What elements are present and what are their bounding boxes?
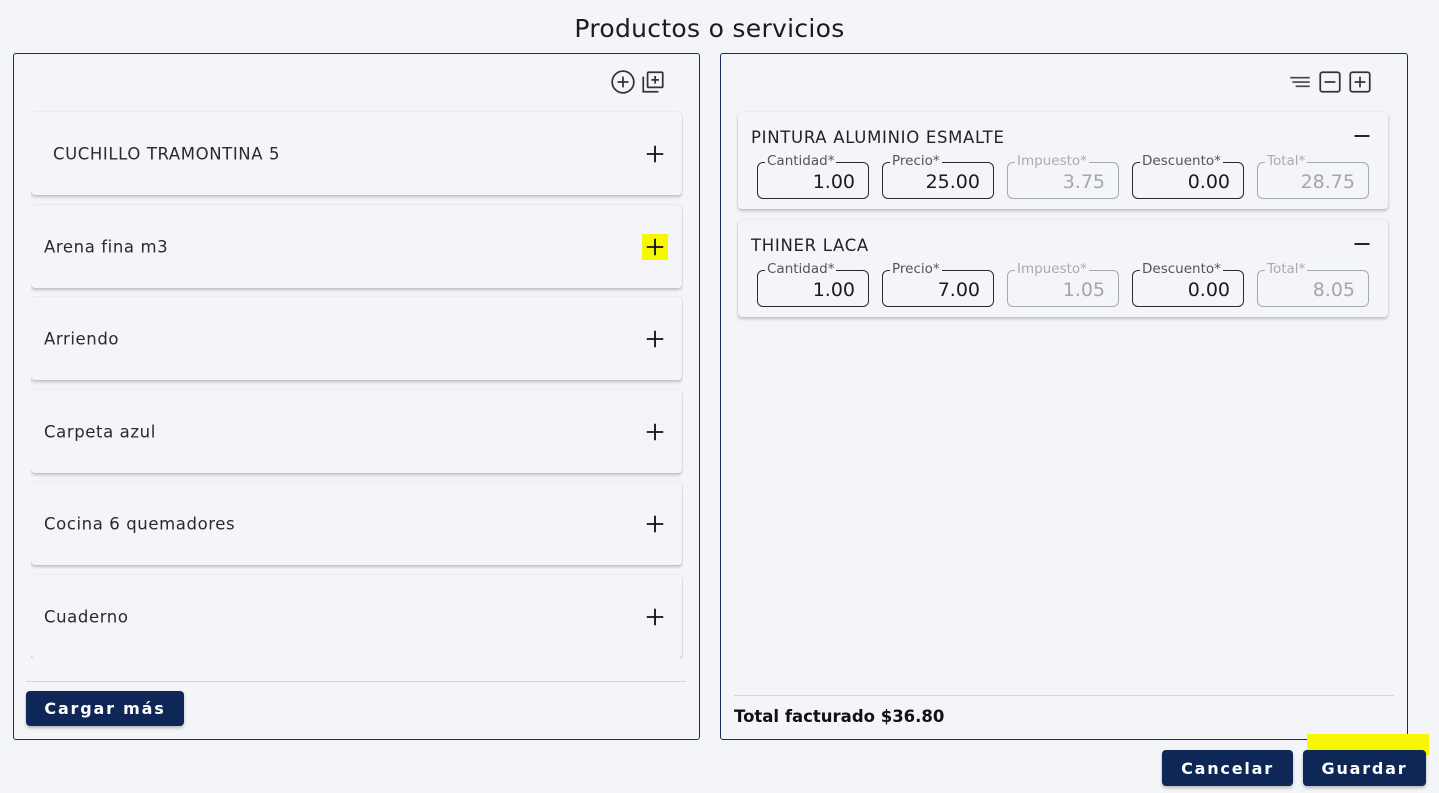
quantity-value[interactable]: 1.00: [765, 279, 855, 301]
product-card: Cocina 6 quemadores: [31, 482, 682, 565]
circle-plus-icon[interactable]: [610, 69, 636, 95]
square-minus-icon[interactable]: [1317, 69, 1343, 95]
sort-lines-icon[interactable]: [1287, 69, 1313, 95]
tax-label: Impuesto*: [1015, 261, 1089, 277]
product-name: Cocina 6 quemadores: [44, 514, 236, 533]
total-field: Total* 28.75: [1257, 153, 1369, 199]
product-card: CUCHILLO TRAMONTINA 5: [31, 112, 682, 195]
discount-value[interactable]: 0.00: [1140, 279, 1230, 301]
plus-icon[interactable]: [642, 511, 668, 537]
price-value[interactable]: 25.00: [890, 171, 980, 193]
product-name: Cuaderno: [44, 607, 129, 626]
tax-label: Impuesto*: [1015, 153, 1089, 169]
plus-icon[interactable]: [642, 141, 668, 167]
item-name: THINER LACA: [751, 236, 869, 255]
tax-field: Impuesto* 3.75: [1007, 153, 1119, 199]
total-label: Total*: [1265, 153, 1308, 169]
total-value: 8.05: [1312, 279, 1355, 301]
page-title: Productos o servicios: [574, 14, 845, 43]
quantity-field[interactable]: Cantidad* 1.00: [757, 261, 869, 307]
product-catalog-panel: CUCHILLO TRAMONTINA 5 Arena fina m3 Arri…: [13, 53, 700, 740]
product-card: Cuaderno: [31, 575, 682, 658]
library-add-icon[interactable]: [640, 69, 666, 95]
total-value: 28.75: [1300, 171, 1355, 193]
quantity-label: Cantidad*: [765, 261, 837, 277]
discount-value[interactable]: 0.00: [1140, 171, 1230, 193]
cancel-button[interactable]: Cancelar: [1162, 750, 1293, 786]
price-value[interactable]: 7.00: [890, 279, 980, 301]
product-card: Arriendo: [31, 297, 682, 380]
discount-label: Descuento*: [1140, 153, 1223, 169]
quantity-label: Cantidad*: [765, 153, 837, 169]
product-card: Arena fina m3: [31, 205, 682, 288]
tax-value: 3.75: [1062, 171, 1105, 193]
plus-icon[interactable]: [642, 326, 668, 352]
tax-field: Impuesto* 1.05: [1007, 261, 1119, 307]
product-list: CUCHILLO TRAMONTINA 5 Arena fina m3 Arri…: [31, 110, 683, 658]
item-name: PINTURA ALUMINIO ESMALTE: [751, 128, 1005, 147]
price-field[interactable]: Precio* 7.00: [882, 261, 994, 307]
plus-icon[interactable]: [642, 233, 668, 260]
product-name: CUCHILLO TRAMONTINA 5: [53, 144, 281, 163]
load-more-button[interactable]: Cargar más: [26, 691, 184, 726]
total-label: Total*: [1265, 261, 1308, 277]
discount-label: Descuento*: [1140, 261, 1223, 277]
divider: [734, 695, 1394, 696]
quantity-field[interactable]: Cantidad* 1.00: [757, 153, 869, 199]
discount-field[interactable]: Descuento* 0.00: [1132, 153, 1244, 199]
plus-icon[interactable]: [642, 604, 668, 630]
quantity-value[interactable]: 1.00: [765, 171, 855, 193]
minus-icon[interactable]: [1350, 126, 1374, 146]
save-button[interactable]: Guardar: [1303, 750, 1426, 786]
square-plus-icon[interactable]: [1347, 69, 1373, 95]
product-name: Arena fina m3: [44, 237, 169, 256]
product-card: Carpeta azul: [31, 390, 682, 473]
invoice-item-card: THINER LACA Cantidad* 1.00 Precio* 7.00 …: [738, 220, 1388, 317]
total-field: Total* 8.05: [1257, 261, 1369, 307]
tax-value: 1.05: [1062, 279, 1105, 301]
discount-field[interactable]: Descuento* 0.00: [1132, 261, 1244, 307]
price-field[interactable]: Precio* 25.00: [882, 153, 994, 199]
invoice-item-card: PINTURA ALUMINIO ESMALTE Cantidad* 1.00 …: [738, 112, 1388, 209]
minus-icon[interactable]: [1350, 234, 1374, 254]
price-label: Precio*: [890, 153, 942, 169]
invoice-total: Total facturado $36.80: [734, 707, 945, 726]
divider: [26, 681, 686, 682]
product-name: Arriendo: [44, 329, 120, 348]
price-label: Precio*: [890, 261, 942, 277]
plus-icon[interactable]: [642, 419, 668, 445]
product-name: Carpeta azul: [44, 422, 156, 441]
invoice-items-panel: PINTURA ALUMINIO ESMALTE Cantidad* 1.00 …: [720, 53, 1408, 740]
